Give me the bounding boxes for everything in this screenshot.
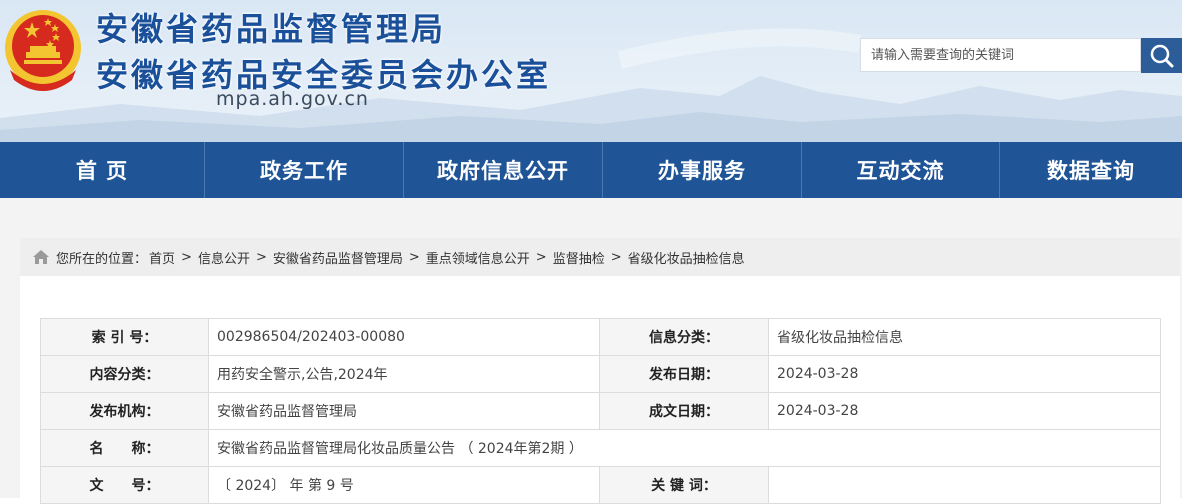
table-row: 索 引 号： 002986504/202403-00080 信息分类： 省级化妆… [40, 318, 1161, 356]
table-row: 内容分类： 用药安全警示,公告,2024年 发布日期： 2024-03-28 [40, 355, 1161, 393]
content-category-label: 内容分类： [40, 355, 209, 393]
breadcrumb-separator: > [535, 249, 547, 265]
content-category-value: 用药安全警示,公告,2024年 [208, 355, 600, 393]
breadcrumb: 您所在的位置： 首页 > 信息公开 > 安徽省药品监督管理局 > 重点领域信息公… [20, 238, 1180, 276]
publisher-label: 发布机构： [40, 392, 209, 430]
info-category-value: 省级化妆品抽检信息 [768, 318, 1161, 356]
publisher-value: 安徽省药品监督管理局 [208, 392, 600, 430]
site-title-main: 安徽省药品监督管理局 [96, 10, 447, 48]
nav-item-services[interactable]: 办事服务 [603, 142, 802, 198]
site-domain: mpa.ah.gov.cn [216, 88, 369, 110]
search-button[interactable] [1141, 38, 1182, 73]
search-input[interactable] [861, 39, 1140, 71]
breadcrumb-link-home[interactable]: 首页 [149, 248, 175, 267]
document-meta-table: 索 引 号： 002986504/202403-00080 信息分类： 省级化妆… [40, 318, 1161, 504]
breadcrumb-link-key-areas[interactable]: 重点领域信息公开 [426, 248, 530, 267]
content-area: 您所在的位置： 首页 > 信息公开 > 安徽省药品监督管理局 > 重点领域信息公… [0, 198, 1182, 504]
breadcrumb-link-agency[interactable]: 安徽省药品监督管理局 [273, 248, 403, 267]
publish-date-label: 发布日期： [599, 355, 769, 393]
search-icon [1150, 44, 1173, 67]
nav-item-info-disclosure[interactable]: 政府信息公开 [404, 142, 603, 198]
site-header: 安徽省药品监督管理局 安徽省药品安全委员会办公室 mpa.ah.gov.cn [0, 0, 1182, 142]
breadcrumb-separator: > [610, 249, 622, 265]
nav-item-data-query[interactable]: 数据查询 [1000, 142, 1182, 198]
breadcrumb-link-inspection[interactable]: 监督抽检 [553, 248, 605, 267]
created-date-label: 成文日期： [599, 392, 769, 430]
info-category-label: 信息分类： [599, 318, 769, 356]
article-panel: 您所在的位置： 首页 > 信息公开 > 安徽省药品监督管理局 > 重点领域信息公… [20, 238, 1180, 504]
created-date-value: 2024-03-28 [768, 392, 1161, 430]
nav-item-government-affairs[interactable]: 政务工作 [205, 142, 404, 198]
national-emblem-icon [2, 6, 84, 94]
home-icon [32, 249, 50, 265]
breadcrumb-prefix: 您所在的位置： [56, 251, 148, 267]
breadcrumb-separator: > [408, 249, 420, 265]
breadcrumb-link-cosmetics[interactable]: 省级化妆品抽检信息 [628, 248, 745, 267]
index-number-value: 002986504/202403-00080 [208, 318, 600, 356]
breadcrumb-link-info[interactable]: 信息公开 [198, 248, 250, 267]
nav-item-interaction[interactable]: 互动交流 [802, 142, 1000, 198]
publish-date-value: 2024-03-28 [768, 355, 1161, 393]
document-name-value: 安徽省药品监督管理局化妆品质量公告 （ 2024年第2期 ） [208, 429, 1161, 467]
breadcrumb-separator: > [255, 249, 267, 265]
breadcrumb-separator: > [181, 249, 192, 265]
document-name-label: 名 称： [40, 429, 209, 467]
nav-item-home[interactable]: 首 页 [0, 142, 205, 198]
search-box [860, 38, 1141, 72]
index-number-label: 索 引 号： [40, 318, 209, 356]
table-row: 发布机构： 安徽省药品监督管理局 成文日期： 2024-03-28 [40, 392, 1161, 430]
main-nav: 首 页 政务工作 政府信息公开 办事服务 互动交流 数据查询 [0, 142, 1182, 198]
table-row: 名 称： 安徽省药品监督管理局化妆品质量公告 （ 2024年第2期 ） [40, 429, 1161, 467]
